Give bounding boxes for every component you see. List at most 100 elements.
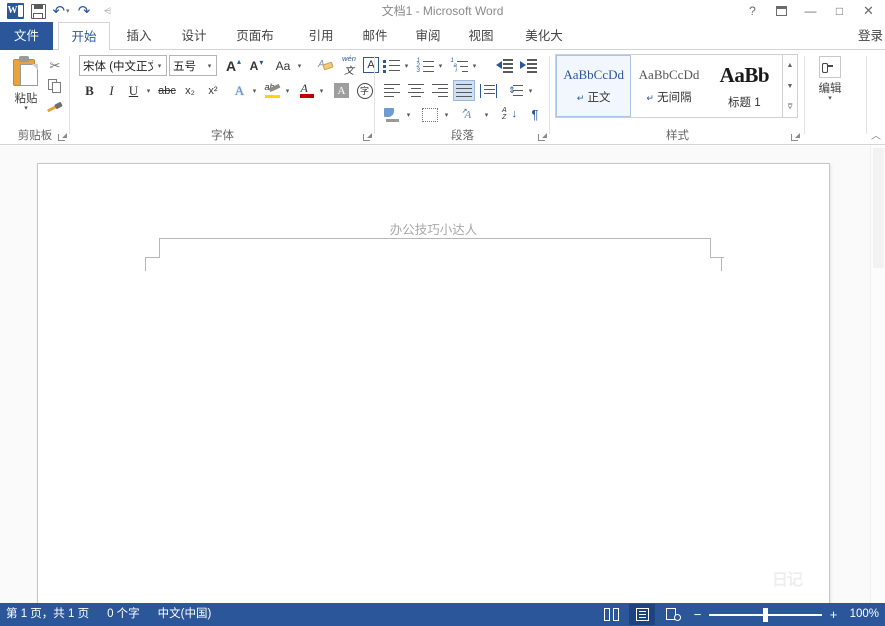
copy-button[interactable] [44,76,66,97]
zoom-in-button[interactable]: + [827,607,840,622]
borders-button[interactable] [419,104,441,125]
styles-dialog-launcher[interactable] [791,133,800,142]
zoom-level-label[interactable]: 100% [845,603,879,626]
paste-button[interactable]: 粘贴 ▾ [6,54,46,122]
text-effects-dropdown[interactable]: ▾ [249,80,260,101]
numbering-button[interactable]: 1 2 3 [415,55,435,76]
font-dialog-launcher[interactable] [363,133,372,142]
style-item-normal[interactable]: AaBbCcDd ↵ 正文 [556,55,631,117]
vertical-scrollbar[interactable] [870,146,885,603]
tab-insert[interactable]: 插入 [115,22,163,50]
highlight-color-dropdown[interactable]: ▾ [282,80,293,101]
document-page[interactable]: 办公技巧小达人 日记 [37,163,830,603]
multilevel-list-button[interactable]: 1 a i [449,55,469,76]
superscript-button[interactable]: x² [202,80,224,101]
phonetic-guide-button[interactable]: wén 文 [338,53,360,74]
zoom-slider[interactable] [709,603,822,626]
read-mode-button[interactable] [598,604,624,625]
maximize-icon[interactable]: □ [825,0,854,22]
font-size-dropdown-icon[interactable]: ▾ [203,62,216,70]
tab-view[interactable]: 视图 [457,22,505,50]
editing-dropdown-icon[interactable]: ▾ [828,96,832,102]
language-indicator[interactable]: 中文(中国) [158,603,212,626]
tab-page-layout[interactable]: 页面布局 [222,22,288,50]
bullets-button[interactable] [381,55,401,76]
highlight-color-button[interactable]: ab [262,80,283,101]
font-color-dropdown[interactable]: ▾ [316,80,327,101]
page-info[interactable]: 第 1 页，共 1 页 [6,603,89,626]
tab-review[interactable]: 审阅 [404,22,452,50]
decrease-indent-button[interactable] [493,55,515,76]
minimize-icon[interactable]: — [796,0,825,22]
line-spacing-button[interactable]: ⇕ [505,80,525,101]
cjk-layout-dropdown[interactable]: ▾ [481,104,492,125]
align-left-button[interactable] [381,80,403,101]
shrink-font-button[interactable]: A▾ [243,55,265,76]
multilevel-list-dropdown[interactable]: ▾ [469,55,480,76]
paragraph-dialog-launcher[interactable] [538,133,547,142]
align-right-button[interactable] [429,80,451,101]
tab-references[interactable]: 引用 [297,22,345,50]
ribbon-display-options-icon[interactable] [767,0,796,22]
tab-mailings[interactable]: 邮件 [351,22,399,50]
change-case-button[interactable]: Aa [270,55,296,76]
justify-button[interactable] [453,80,475,101]
clear-formatting-button[interactable]: A [315,55,337,76]
change-case-dropdown[interactable]: ▾ [294,55,305,76]
customize-qat-icon[interactable]: ⩤ [96,1,118,21]
grow-font-button[interactable]: A▴ [220,55,242,76]
zoom-slider-thumb[interactable] [763,608,768,622]
zoom-out-button[interactable]: − [691,607,704,622]
close-icon[interactable]: ✕ [854,0,883,22]
save-icon[interactable] [27,1,49,21]
editing-button[interactable]: 编辑 ▾ [813,54,847,112]
enclose-characters-button[interactable]: 字 [354,80,375,101]
styles-more-icon[interactable]: ⩢ [783,96,797,117]
align-center-button[interactable] [405,80,427,101]
style-item-heading1[interactable]: AaBb 标题 1 [707,55,782,117]
increase-indent-button[interactable] [517,55,539,76]
collapse-ribbon-icon[interactable]: ︿ [871,127,881,142]
tab-design[interactable]: 设计 [170,22,218,50]
shading-button[interactable] [381,104,403,125]
format-painter-button[interactable] [44,97,66,118]
word-count[interactable]: 0 个字 [107,603,140,626]
distributed-button[interactable] [477,80,499,101]
sort-button[interactable]: AZ↓ [499,104,521,125]
undo-icon[interactable]: ↶▾ [50,1,72,21]
italic-button[interactable]: I [101,80,122,101]
sign-in-button[interactable]: 登录 [858,22,883,50]
print-layout-button[interactable] [629,604,655,625]
font-name-input[interactable]: 宋体 (中文正文 ▾ [79,55,167,76]
show-marks-button[interactable]: ¶ [525,104,545,125]
clipboard-dialog-launcher[interactable] [58,133,67,142]
shading-dropdown[interactable]: ▾ [403,104,414,125]
bold-button[interactable]: B [79,80,100,101]
underline-button[interactable]: U [123,80,144,101]
borders-dropdown[interactable]: ▾ [441,104,452,125]
font-size-input[interactable]: 五号 ▾ [169,55,217,76]
text-effects-button[interactable]: A [229,80,250,101]
numbering-dropdown[interactable]: ▾ [435,55,446,76]
web-layout-button[interactable] [660,604,686,625]
scrollbar-thumb[interactable] [873,148,884,268]
tab-beautify-master[interactable]: 美化大师 [510,22,578,50]
strikethrough-button[interactable]: abc [156,80,178,101]
tab-home[interactable]: 开始 [58,22,110,51]
font-name-dropdown-icon[interactable]: ▾ [153,62,166,70]
style-item-no-spacing[interactable]: AaBbCcDd ↵ 无间隔 [631,55,706,117]
paste-dropdown-icon[interactable]: ▾ [24,106,28,112]
character-shading-button[interactable]: A [331,80,352,101]
help-icon[interactable]: ? [738,0,767,22]
bullets-dropdown[interactable]: ▾ [401,55,412,76]
subscript-button[interactable]: x₂ [179,80,201,101]
styles-scroll-up-icon[interactable]: ▲ [783,55,797,76]
cut-button[interactable]: ✂ [44,55,66,76]
word-logo-icon[interactable] [4,1,26,21]
font-color-button[interactable]: A [296,80,317,101]
line-spacing-dropdown[interactable]: ▾ [525,80,536,101]
cjk-layout-button[interactable]: ↗A [459,104,481,125]
underline-dropdown[interactable]: ▾ [143,80,154,101]
tab-file[interactable]: 文件 [0,22,53,50]
redo-icon[interactable]: ↷ [73,1,95,21]
